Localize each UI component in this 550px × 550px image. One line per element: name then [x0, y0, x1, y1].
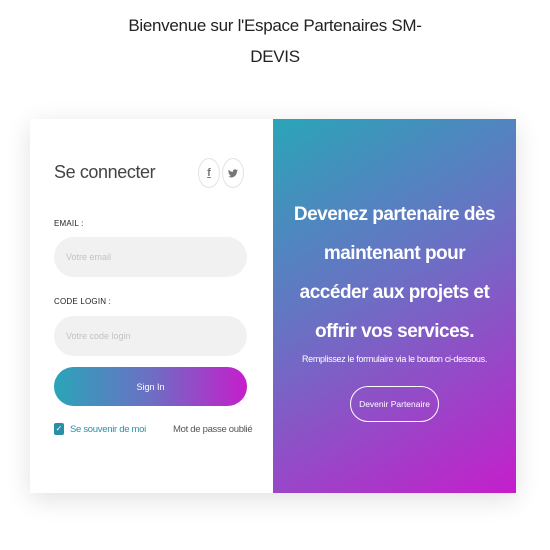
become-partner-button[interactable]: Devenir Partenaire — [350, 386, 439, 422]
remember-me-checkbox[interactable]: ✓ — [54, 423, 64, 435]
twitter-icon[interactable] — [222, 158, 244, 188]
forgot-password-link[interactable]: Mot de passe oublié — [173, 424, 253, 435]
promo-subtitle: Remplissez le formulaire via le bouton c… — [301, 354, 488, 364]
promo-headline-line: accéder aux projets et — [299, 282, 490, 303]
code-login-label: CODE LOGIN : — [54, 297, 112, 306]
email-label: EMAIL : — [54, 219, 84, 228]
remember-me-label[interactable]: Se souvenir de moi — [70, 424, 146, 435]
facebook-icon[interactable]: f — [198, 158, 220, 188]
page-title-line-2: DEVIS — [250, 47, 300, 66]
sign-in-button[interactable]: Sign In — [54, 367, 247, 406]
login-panel: Se connecter f EMAIL : CODE LOGIN : Sign… — [30, 119, 273, 493]
email-field[interactable] — [54, 237, 247, 277]
promo-panel: Devenez partenaire dès maintenant pour a… — [273, 119, 516, 493]
page-title-line-1: Bienvenue sur l'Espace Partenaires SM- — [128, 16, 422, 35]
login-title: Se connecter — [54, 162, 156, 182]
promo-headline-line: Devenez partenaire dès — [293, 204, 496, 225]
page-title: Bienvenue sur l'Espace Partenaires SM- D… — [0, 10, 550, 72]
promo-headline-line: offrir vos services. — [315, 321, 474, 342]
code-login-field[interactable] — [54, 316, 247, 356]
remember-me[interactable]: ✓ Se souvenir de moi — [54, 423, 146, 435]
promo-headline: Devenez partenaire dès maintenant pour a… — [285, 195, 504, 351]
promo-headline-line: maintenant pour — [323, 243, 466, 264]
login-card: Se connecter f EMAIL : CODE LOGIN : Sign… — [30, 119, 516, 493]
twitter-bird-icon — [228, 168, 238, 177]
